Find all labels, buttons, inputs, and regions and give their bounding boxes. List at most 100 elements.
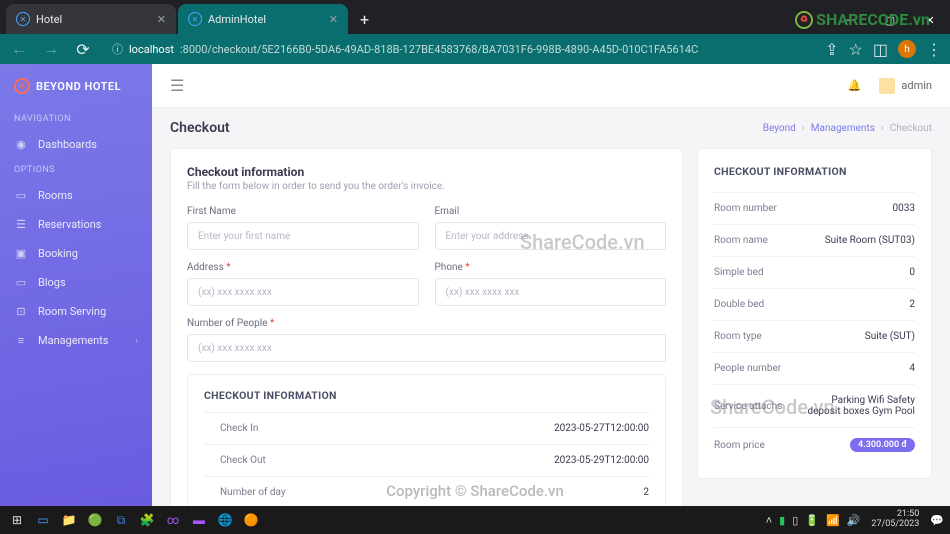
tab-title: AdminHotel	[208, 13, 266, 26]
browser-titlebar: ✕ Hotel ✕ ✕ AdminHotel ✕ + — ▢ ✕	[0, 0, 950, 34]
app-icon[interactable]: 🧩	[134, 509, 160, 531]
info-val: 2	[909, 299, 915, 310]
browser-tab-hotel[interactable]: ✕ Hotel ✕	[6, 4, 176, 34]
people-input[interactable]	[187, 334, 666, 362]
address-label: Address	[187, 262, 419, 273]
back-button[interactable]: ←	[8, 38, 30, 60]
people-label: Number of People	[187, 318, 666, 329]
toolbar-icons: ⇪ ☆ ◫ h ⋮	[825, 40, 942, 59]
browser-tabs: ✕ Hotel ✕ ✕ AdminHotel ✕ +	[0, 0, 379, 34]
sidebar-item-blogs[interactable]: ▭ Blogs	[0, 268, 152, 297]
address-input[interactable]	[187, 278, 419, 306]
app-icon-2[interactable]: ▬	[186, 509, 212, 531]
sidebar-item-booking[interactable]: ▣ Booking	[0, 239, 152, 268]
sidebar-item-managements[interactable]: ≡ Managements ›	[0, 326, 152, 355]
price-value: 4.300.000 đ	[850, 438, 915, 452]
sidebar-item-room-serving[interactable]: ⊡ Room Serving	[0, 297, 152, 326]
battery-icon[interactable]: 🔋	[803, 514, 821, 527]
clock[interactable]: 21:50 27/05/2023	[865, 510, 925, 530]
email-label: Email	[435, 206, 667, 217]
info-val: 0033	[893, 203, 915, 214]
edge-icon[interactable]: 🌐	[212, 509, 238, 531]
explorer-icon[interactable]: 📁	[56, 509, 82, 531]
visualstudio-icon[interactable]: ∞	[160, 509, 186, 531]
taskview-button[interactable]: ▭	[30, 509, 56, 531]
star-icon[interactable]: ☆	[849, 40, 863, 59]
notifications-icon[interactable]: 🔔	[848, 79, 862, 92]
info-val: Parking Wifi Safety deposit boxes Gym Po…	[804, 395, 915, 417]
tray-chevron-icon[interactable]: ˄	[764, 514, 774, 527]
favicon-icon: ✕	[16, 12, 30, 26]
date: 27/05/2023	[871, 520, 919, 530]
tray-icon[interactable]: ▮	[777, 514, 787, 527]
windows-taskbar: ⊞ ▭ 📁 🟢 ⧉ 🧩 ∞ ▬ 🌐 🟠 ˄ ▮ ▯ 🔋 📶 🔊 21:50 27…	[0, 506, 950, 534]
minimize-button[interactable]: —	[830, 6, 870, 34]
avatar-icon	[879, 78, 895, 94]
info-val: Suite (SUT)	[865, 331, 915, 342]
checkout-value: 2023-05-29T12:00:00	[554, 455, 649, 466]
wifi-icon[interactable]: 📶	[824, 514, 842, 527]
sidebar-item-label: Dashboards	[38, 138, 97, 151]
chrome-icon[interactable]: 🟢	[82, 509, 108, 531]
checkout-form-card: Checkout information Fill the form below…	[170, 148, 683, 506]
sidebar-item-reservations[interactable]: ☰ Reservations	[0, 210, 152, 239]
chevron-right-icon: ›	[802, 123, 805, 134]
new-tab-button[interactable]: +	[350, 4, 379, 34]
url-path: :8000/checkout/5E2166B0-5DA6-49AD-818B-1…	[180, 43, 698, 56]
sidebar-item-dashboards[interactable]: ◉ Dashboards	[0, 130, 152, 159]
close-window-button[interactable]: ✕	[910, 6, 950, 34]
forward-button[interactable]: →	[40, 38, 62, 60]
share-icon[interactable]: ⇪	[825, 40, 838, 59]
browser-tab-adminhotel[interactable]: ✕ AdminHotel ✕	[178, 4, 348, 34]
page-header: Checkout Beyond › Managements › Checkout	[170, 120, 932, 136]
email-input[interactable]	[435, 222, 667, 250]
notifications-button[interactable]: 💬	[928, 514, 946, 527]
checkout-sub-card: CHECKOUT INFORMATION Check In2023-05-27T…	[187, 374, 666, 506]
breadcrumb-managements[interactable]: Managements	[811, 123, 875, 134]
profile-avatar[interactable]: h	[898, 40, 916, 58]
url-input[interactable]: ⓘ localhost:8000/checkout/5E2166B0-5DA6-…	[104, 38, 815, 60]
sound-icon[interactable]: 🔊	[845, 514, 863, 527]
menu-icon[interactable]: ⋮	[926, 40, 942, 59]
start-button[interactable]: ⊞	[4, 509, 30, 531]
breadcrumb-current: Checkout	[890, 123, 932, 134]
info-key: Room name	[714, 235, 768, 246]
page-title: Checkout	[170, 120, 230, 136]
sidebar-item-rooms[interactable]: ▭ Rooms	[0, 181, 152, 210]
favicon-icon: ✕	[188, 12, 202, 26]
price-label: Room price	[714, 440, 765, 451]
checkout-label: Check Out	[220, 455, 266, 466]
user-menu[interactable]: admin	[879, 78, 932, 94]
sidebar: BEYOND HOTEL NAVIGATION ◉ Dashboards OPT…	[0, 64, 152, 506]
extension-icon[interactable]: ◫	[873, 40, 888, 59]
breadcrumb-beyond[interactable]: Beyond	[763, 123, 796, 134]
phone-input[interactable]	[435, 278, 667, 306]
tray-icon[interactable]: ▯	[790, 514, 800, 527]
left-column: Checkout information Fill the form below…	[170, 148, 683, 506]
username: admin	[901, 79, 932, 92]
sub-card-title: CHECKOUT INFORMATION	[204, 389, 649, 402]
room-serving-icon: ⊡	[14, 305, 28, 318]
info-key: Double bed	[714, 299, 764, 310]
reload-button[interactable]: ⟳	[72, 38, 94, 60]
maximize-button[interactable]: ▢	[870, 6, 910, 34]
close-icon[interactable]: ✕	[329, 13, 338, 26]
brand[interactable]: BEYOND HOTEL	[0, 78, 152, 108]
chevron-right-icon: ›	[881, 123, 884, 134]
menu-toggle-button[interactable]: ☰	[170, 76, 184, 95]
days-label: Number of day	[220, 487, 286, 498]
sidebar-item-label: Booking	[38, 247, 78, 260]
vscode-icon[interactable]: ⧉	[108, 509, 134, 531]
info-key: Room number	[714, 203, 777, 214]
canary-icon[interactable]: 🟠	[238, 509, 264, 531]
info-key: Simple bed	[714, 267, 764, 278]
sidebar-item-label: Managements	[38, 334, 109, 347]
info-key: People number	[714, 363, 781, 374]
info-val: 0	[909, 267, 915, 278]
system-tray: ˄ ▮ ▯ 🔋 📶 🔊 21:50 27/05/2023 💬	[764, 510, 946, 530]
url-host: localhost	[129, 43, 174, 56]
card-subtitle: Fill the form below in order to send you…	[187, 181, 666, 192]
tab-title: Hotel	[36, 13, 62, 26]
first-name-input[interactable]	[187, 222, 419, 250]
close-icon[interactable]: ✕	[157, 13, 166, 26]
